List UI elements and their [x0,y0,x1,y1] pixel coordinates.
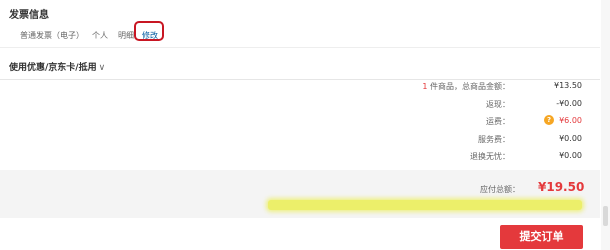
chevron-down-icon: ∨ [98,63,106,73]
invoice-type: 普通发票（电子） [20,31,84,40]
items-amount: ¥13.50 [554,81,582,90]
invoice-modify-label[interactable]: 修改 [142,30,158,41]
rebate-label: 返现： [486,100,510,109]
divider [0,47,600,48]
freight-value: ¥6.00 [559,116,582,125]
return-guarantee-value: ¥0.00 [559,151,582,160]
items-total-label: 1 件商品，总商品金额： [422,81,510,92]
items-text: 件商品，总商品金额： [430,82,510,91]
total-label: 应付总额： [480,185,520,194]
coupon-label: 使用优惠/京东卡/抵用 [9,63,97,73]
service-fee-value: ¥0.00 [559,134,582,143]
rebate-value: -¥0.00 [556,99,582,108]
return-guarantee-label: 退换无忧： [470,152,510,161]
coupon-toggle[interactable]: 使用优惠/京东卡/抵用 ∨ [9,60,105,73]
invoice-title: 个人 [92,31,108,40]
total-value: ¥19.50 [538,180,585,194]
freight-label: 运费： [486,117,510,126]
invoice-content: 明细 [118,31,134,40]
help-icon[interactable]: ? [544,115,554,125]
items-count: 1 [422,82,428,91]
redacted-address [268,200,582,210]
submit-order-button[interactable]: 提交订单 [500,225,583,249]
invoice-section-title: 发票信息 [9,10,49,21]
divider [0,79,600,80]
scrollbar-thumb[interactable] [603,206,608,226]
service-fee-label: 服务费： [478,135,510,144]
